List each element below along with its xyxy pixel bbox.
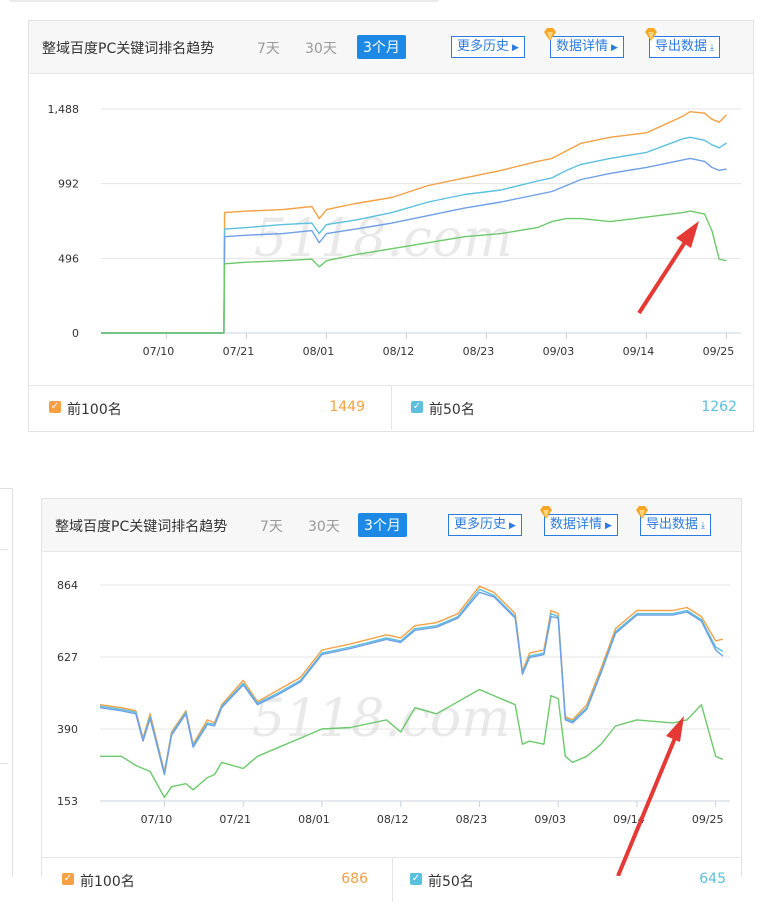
y-tick-label: 864 — [57, 579, 78, 592]
more-history-label: 更多历史 — [454, 517, 507, 532]
caret-right-icon: ▶ — [605, 521, 612, 531]
legend-value: 645 — [699, 871, 726, 887]
x-tick-label: 08/23 — [456, 813, 488, 826]
legend-item-top50[interactable]: ✓ 前50名 1262 — [401, 386, 751, 430]
legend-value: 1262 — [701, 399, 737, 415]
legend-item-top100[interactable]: ✓ 前100名 686 — [52, 858, 382, 902]
legend-label: 前100名 — [67, 402, 122, 418]
tab-30-days[interactable]: 30天 — [305, 38, 337, 58]
more-history-button[interactable]: 更多历史 ▶ — [451, 36, 525, 58]
export-data-button[interactable]: 导出数据 ⤓ — [640, 514, 711, 536]
trend-panel-1: 整域百度PC关键词排名趋势 7天 30天 3个月 更多历史 ▶ 数据详情 ▶ 导出数… — [28, 20, 754, 432]
x-tick-label: 08/01 — [303, 345, 335, 358]
vip-diamond-icon — [544, 28, 556, 41]
legend-label: 前50名 — [428, 874, 474, 890]
legend-divider — [391, 386, 392, 430]
export-data-label: 导出数据 — [655, 39, 708, 54]
legend-item-top100[interactable]: ✓ 前100名 1449 — [39, 386, 379, 430]
left-side-frame — [0, 488, 13, 877]
x-tick-label: 08/01 — [298, 813, 330, 826]
more-history-label: 更多历史 — [457, 39, 510, 54]
export-data-button[interactable]: 导出数据 ⤓ — [649, 36, 720, 58]
x-tick-label: 07/21 — [219, 813, 251, 826]
data-details-label: 数据详情 — [556, 39, 609, 54]
panel-header: 整域百度PC关键词排名趋势 7天 30天 3个月 更多历史 ▶ 数据详情 ▶ 导出数… — [42, 499, 741, 552]
red-arrow-annotation — [616, 716, 684, 876]
y-tick-label: 627 — [57, 651, 78, 664]
y-tick-label: 992 — [58, 178, 79, 191]
vip-diamond-icon — [645, 28, 657, 41]
x-tick-label: 07/10 — [141, 813, 173, 826]
side-tick — [0, 549, 8, 550]
x-tick-label: 07/10 — [143, 345, 175, 358]
trend-chart-1: 5118.com 04969921,488 07/10 07/21 08/01 08/… — [48, 103, 741, 358]
download-icon: ⤓ — [701, 521, 705, 531]
legend-label: 前50名 — [429, 402, 475, 418]
x-tick-label: 08/12 — [377, 813, 409, 826]
y-tick-label: 390 — [57, 723, 78, 736]
x-tick-label: 08/23 — [463, 345, 495, 358]
red-arrow-annotation — [637, 221, 699, 315]
more-history-button[interactable]: 更多历史 ▶ — [448, 514, 522, 536]
tab-7-days[interactable]: 7天 — [260, 516, 283, 536]
data-details-label: 数据详情 — [550, 517, 603, 532]
caret-right-icon: ▶ — [509, 521, 516, 531]
x-tick-label: 09/03 — [543, 345, 575, 358]
tab-3-months[interactable]: 3个月 — [357, 35, 406, 59]
caret-right-icon: ▶ — [512, 43, 519, 53]
export-data-label: 导出数据 — [646, 517, 699, 532]
x-tick-label: 08/12 — [383, 345, 415, 358]
watermark-text: 5118.com — [252, 689, 511, 749]
tab-7-days[interactable]: 7天 — [257, 38, 280, 58]
y-tick-label: 153 — [57, 795, 78, 808]
data-details-button[interactable]: 数据详情 ▶ — [544, 514, 618, 536]
checkbox-checked-icon[interactable]: ✓ — [411, 401, 423, 413]
legend-footer: ✓ 前100名 1449 ✓ 前50名 1262 — [29, 385, 753, 430]
legend-label: 前100名 — [80, 874, 135, 890]
panel-title: 整域百度PC关键词排名趋势 — [42, 41, 215, 57]
download-icon: ⤓ — [710, 43, 714, 53]
vip-diamond-icon — [540, 506, 552, 519]
side-tick — [0, 763, 8, 764]
top-divider — [10, 0, 438, 2]
x-tick-label: 09/03 — [534, 813, 566, 826]
panel-header: 整域百度PC关键词排名趋势 7天 30天 3个月 更多历史 ▶ 数据详情 ▶ 导出数… — [29, 21, 753, 74]
vip-diamond-icon — [636, 506, 648, 519]
checkbox-checked-icon[interactable]: ✓ — [49, 401, 61, 413]
x-tick-label: 07/21 — [223, 345, 255, 358]
tab-30-days[interactable]: 30天 — [308, 516, 340, 536]
y-tick-label: 1,488 — [48, 103, 80, 116]
checkbox-checked-icon[interactable]: ✓ — [62, 873, 74, 885]
y-tick-label: 496 — [58, 252, 79, 265]
data-details-button[interactable]: 数据详情 ▶ — [550, 36, 624, 58]
y-tick-label: 0 — [72, 327, 79, 340]
legend-value: 1449 — [329, 399, 365, 415]
tab-3-months[interactable]: 3个月 — [358, 513, 407, 537]
x-tick-label: 09/25 — [703, 345, 735, 358]
caret-right-icon: ▶ — [611, 43, 618, 53]
panel-title: 整域百度PC关键词排名趋势 — [55, 519, 228, 535]
checkbox-checked-icon[interactable]: ✓ — [410, 873, 422, 885]
legend-divider — [392, 858, 393, 902]
x-tick-label: 09/14 — [623, 345, 655, 358]
legend-value: 686 — [341, 871, 368, 887]
